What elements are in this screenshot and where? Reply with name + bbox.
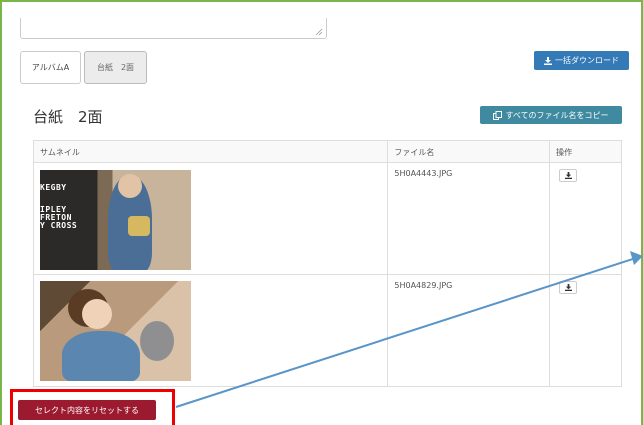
table-header-row: サムネイル ファイル名 操作 <box>32 140 622 163</box>
file-table: サムネイル ファイル名 操作 KEGBY IPLEY FRETON Y CROS… <box>32 140 622 387</box>
photo-figure <box>62 331 140 381</box>
copy-icon <box>493 110 503 120</box>
tab-daishi-2men[interactable]: 台紙 2面 <box>84 51 147 84</box>
table-row: KEGBY IPLEY FRETON Y CROSS 5H0A4443.JPG <box>32 162 622 275</box>
filename-cell: 5H0A4829.JPG <box>387 274 551 387</box>
photo-plush-toy <box>140 321 174 361</box>
header-filename: ファイル名 <box>387 140 551 163</box>
memo-textarea[interactable] <box>20 18 327 39</box>
reset-selection-label: セレクト内容をリセットする <box>35 405 139 415</box>
tab-album-a[interactable]: アルバムA <box>20 51 81 84</box>
section-title: 台紙 2面 <box>33 108 103 126</box>
copy-all-filenames-label: すべてのファイル名をコピー <box>505 110 609 120</box>
thumbnail-cell: KEGBY IPLEY FRETON Y CROSS <box>32 162 389 275</box>
photo-figure-sash <box>128 216 150 236</box>
photo-figure-face <box>118 174 142 198</box>
tab-album-a-label: アルバムA <box>31 63 70 72</box>
download-icon <box>564 284 572 291</box>
photo-figure-face <box>82 299 112 329</box>
action-cell <box>549 162 622 275</box>
copy-all-filenames-button[interactable]: すべてのファイル名をコピー <box>480 106 622 124</box>
action-cell <box>549 274 622 387</box>
header-action: 操作 <box>549 140 622 163</box>
download-all-button[interactable]: 一括ダウンロード <box>534 51 629 70</box>
thumbnail-image[interactable]: KEGBY IPLEY FRETON Y CROSS <box>40 170 191 270</box>
download-file-button[interactable] <box>559 281 578 294</box>
download-icon <box>564 172 572 179</box>
download-icon <box>544 56 552 65</box>
sign-text-line: KEGBY <box>40 183 67 192</box>
filename-cell: 5H0A4443.JPG <box>387 162 551 275</box>
resize-grip-icon[interactable] <box>315 28 323 36</box>
tab-daishi-2men-label: 台紙 2面 <box>96 63 135 72</box>
header-thumbnail: サムネイル <box>32 140 389 163</box>
table-row: 5H0A4829.JPG <box>32 274 622 387</box>
thumbnail-cell <box>32 274 389 387</box>
thumbnail-image[interactable] <box>40 281 191 381</box>
sign-text-line: Y CROSS <box>40 221 78 230</box>
reset-selection-button[interactable]: セレクト内容をリセットする <box>18 400 156 420</box>
download-all-label: 一括ダウンロード <box>555 56 619 65</box>
download-file-button[interactable] <box>559 169 578 182</box>
